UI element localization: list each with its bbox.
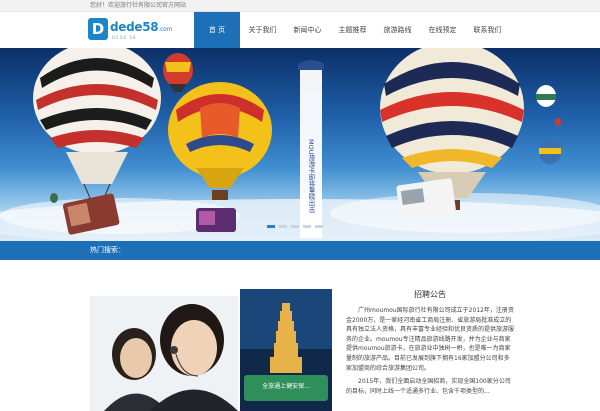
slider-dots	[267, 225, 323, 228]
staff-illustration	[90, 296, 238, 411]
slider-dot[interactable]	[303, 225, 311, 228]
staff-photo	[90, 296, 238, 411]
logo-wordmark: dede58.com	[110, 20, 172, 34]
poster-text: 全旅通上健安保...	[262, 383, 310, 390]
pagoda-photo: 全旅通上健安保...	[240, 289, 332, 411]
recruit-notice: 招聘公告 广州moumou国际旅行社有限公司成立于2012年，注册资金2000万…	[346, 290, 514, 411]
welcome-text: 您好！欢迎旅行社有限公司官方网站	[90, 2, 187, 9]
slider-dot[interactable]	[315, 225, 323, 228]
notice-paragraph: 广州moumou国际旅行社有限公司成立于2012年，注册资金2000万，是一家经…	[346, 307, 514, 372]
balloon-far-right-icon	[536, 85, 556, 107]
balloon-left-icon	[33, 48, 161, 208]
notice-paragraph: 2015年，我们全面启动全国招商，实现全国100家分公司的目标，同时上线一个适通…	[346, 378, 511, 395]
site-logo[interactable]: D dede58.com DEDE 58	[88, 18, 172, 44]
nav-item-home[interactable]: 首 页	[194, 12, 240, 48]
balloon-tiny-icon	[50, 193, 58, 203]
nav-item-contact[interactable]: 联系我们	[465, 12, 510, 48]
promo-flag-text: MOU旅游卡即将重磅出击	[307, 139, 315, 213]
slider-dot[interactable]	[291, 225, 299, 228]
hero-banner[interactable]: MOU旅游卡即将重磅出击	[0, 48, 600, 241]
notice-title[interactable]: 招聘公告	[346, 290, 514, 300]
balloon-dot-icon	[555, 118, 561, 126]
nav-item-routes[interactable]: 旅游路线	[375, 12, 420, 48]
top-bar: 您好！欢迎旅行社有限公司官方网站	[0, 0, 600, 12]
hot-search-bar: 热门搜索：	[0, 241, 600, 260]
slider-dot[interactable]	[279, 225, 287, 228]
logo-mark-icon: D	[88, 18, 108, 40]
banner-illustration	[0, 48, 600, 241]
travel-card-center-icon	[196, 208, 236, 232]
nav-item-news[interactable]: 新闻中心	[285, 12, 330, 48]
nav-item-booking[interactable]: 在线预定	[420, 12, 465, 48]
nav-item-about[interactable]: 关于我们	[240, 12, 285, 48]
balloon-center-icon	[168, 82, 272, 200]
balloon-right-lower-icon	[539, 140, 561, 164]
main-nav: 首 页 关于我们 新闻中心 主题推荐 旅游路线 在线预定 联系我们	[194, 12, 510, 48]
hot-search-label: 热门搜索：	[90, 246, 125, 254]
logo-subtitle: DEDE 58	[112, 35, 137, 40]
nav-item-themes[interactable]: 主题推荐	[330, 12, 375, 48]
slider-dot[interactable]	[267, 225, 275, 228]
balloon-small-top-icon	[163, 53, 193, 92]
